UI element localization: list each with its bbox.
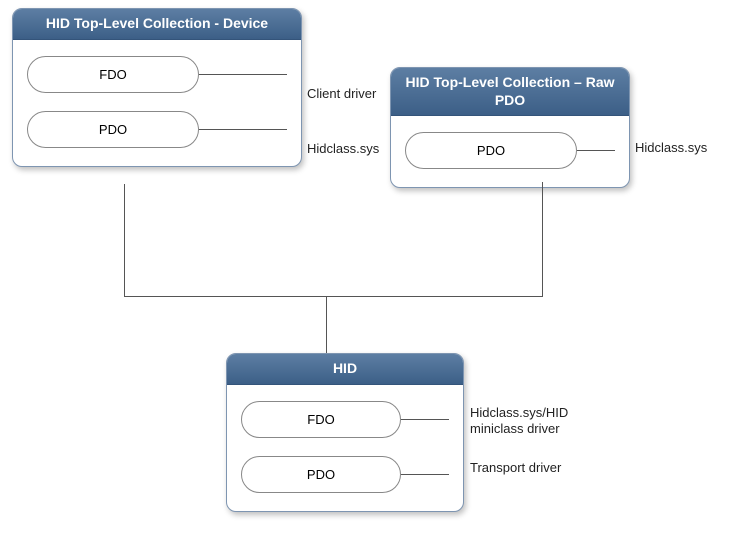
hid-pdo-pill: PDO (241, 456, 401, 493)
box-device: HID Top-Level Collection - Device FDO PD… (12, 8, 302, 167)
box-rawpdo-title: HID Top-Level Collection – Raw PDO (391, 68, 629, 116)
box-hid-body: FDO PDO (227, 385, 463, 511)
device-fdo-pill: FDO (27, 56, 199, 93)
hid-fdo-label: Hidclass.sys/HID miniclass driver (470, 405, 590, 436)
hid-fdo-pill: FDO (241, 401, 401, 438)
rawpdo-pdo-label: Hidclass.sys (635, 140, 707, 156)
device-pdo-row: PDO (27, 111, 287, 148)
box-rawpdo-body: PDO (391, 116, 629, 187)
hid-fdo-row: FDO (241, 401, 449, 438)
connector-line (401, 419, 449, 420)
box-hid: HID FDO PDO (226, 353, 464, 512)
rawpdo-pdo-pill: PDO (405, 132, 577, 169)
hid-pdo-row: PDO (241, 456, 449, 493)
device-pdo-label: Hidclass.sys (307, 141, 379, 157)
connector-line (124, 296, 543, 297)
rawpdo-pdo-row: PDO (405, 132, 615, 169)
connector-line (326, 296, 327, 353)
connector-line (199, 74, 287, 75)
box-rawpdo: HID Top-Level Collection – Raw PDO PDO (390, 67, 630, 188)
connector-line (124, 184, 125, 296)
device-fdo-row: FDO (27, 56, 287, 93)
hid-pdo-label: Transport driver (470, 460, 590, 476)
connector-line (401, 474, 449, 475)
box-device-title: HID Top-Level Collection - Device (13, 9, 301, 40)
connector-line (577, 150, 615, 151)
connector-line (199, 129, 287, 130)
device-pdo-pill: PDO (27, 111, 199, 148)
box-device-body: FDO PDO (13, 40, 301, 166)
connector-line (542, 182, 543, 296)
box-hid-title: HID (227, 354, 463, 385)
device-fdo-label: Client driver (307, 86, 376, 102)
